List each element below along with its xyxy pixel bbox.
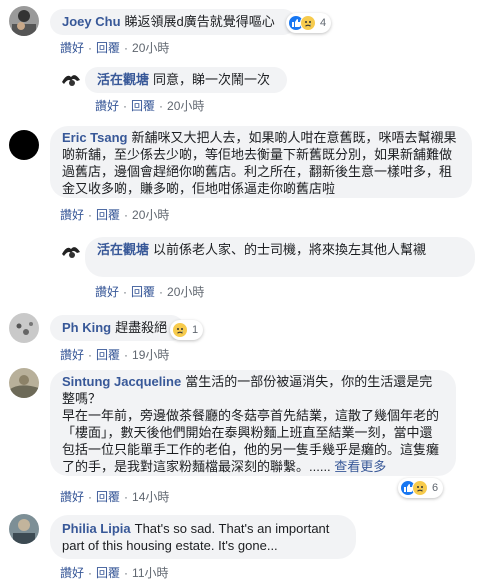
reaction-count: 4	[320, 17, 327, 29]
reaction-summary[interactable]: 6	[398, 478, 444, 498]
reply-button[interactable]: 回覆	[96, 490, 120, 504]
reaction-summary[interactable]: 1	[170, 320, 204, 340]
sad-icon	[172, 322, 188, 338]
comment-time[interactable]: 20小時	[132, 208, 169, 222]
reaction-summary[interactable]: 4	[286, 13, 332, 33]
reaction-count: 6	[432, 482, 439, 494]
like-button[interactable]: 讚好	[60, 208, 84, 222]
comment-actions: 讚好 · 回覆 · 14小時	[60, 490, 170, 504]
comment-philia-lipia: Philia Lipia That's so sad. That's an imp…	[0, 510, 496, 582]
avatar[interactable]	[9, 130, 39, 160]
reply-huozai-guantang: 活在觀塘 同意，睇一次鬧一次 讚好 · 回覆 · 20小時	[0, 62, 496, 114]
reply-button[interactable]: 回覆	[96, 208, 120, 222]
like-button[interactable]: 讚好	[60, 348, 84, 362]
comment-time[interactable]: 14小時	[132, 490, 169, 504]
comment-eric-tsang: Eric Tsang 新舖咪又大把人去，如果啲人咁在意舊既，咪唔去幫襯果啲新舖，至…	[0, 122, 496, 230]
comment-time[interactable]: 11小時	[132, 566, 168, 580]
comment-author[interactable]: Philia Lipia	[62, 521, 131, 536]
like-button[interactable]: 讚好	[60, 566, 84, 580]
comment-bubble: Sintung Jacqueline 當生活的一部份被逼消失，你的生活還是完整嗎？…	[50, 370, 456, 476]
see-more-link[interactable]: 查看更多	[334, 459, 386, 474]
comment-author[interactable]: Ph King	[62, 320, 111, 335]
reply-button[interactable]: 回覆	[131, 285, 155, 299]
comment-bubble: Joey Chu 睇返領展d廣告就覺得嘔心	[50, 9, 296, 35]
comment-time[interactable]: 20小時	[167, 99, 204, 113]
comment-bubble: 活在觀塘 以前係老人家、的士司機，將來換左其他人幫襯	[85, 237, 475, 277]
like-button[interactable]: 讚好	[60, 41, 84, 55]
comment-time[interactable]: 20小時	[132, 41, 169, 55]
avatar[interactable]	[9, 514, 39, 544]
reaction-count: 1	[192, 324, 199, 336]
comment-sintung-jacqueline: Sintung Jacqueline 當生活的一部份被逼消失，你的生活還是完整嗎？…	[0, 368, 496, 508]
like-button[interactable]: 讚好	[95, 285, 119, 299]
comment-actions: 讚好 · 回覆 · 20小時	[60, 41, 170, 55]
comment-actions: 讚好 · 回覆 · 20小時	[60, 208, 170, 222]
sad-icon	[300, 15, 316, 31]
like-button[interactable]: 讚好	[60, 490, 84, 504]
avatar[interactable]	[60, 68, 82, 90]
comment-bubble: 活在觀塘 同意，睇一次鬧一次	[85, 67, 287, 93]
comment-author[interactable]: Eric Tsang	[62, 130, 128, 145]
comment-text: 同意，睇一次鬧一次	[153, 72, 271, 87]
reply-huozai-guantang-2: 活在觀塘 以前係老人家、的士司機，將來換左其他人幫襯 讚好 · 回覆 · 20小時	[0, 232, 496, 302]
avatar[interactable]	[60, 240, 82, 262]
comment-author[interactable]: 活在觀塘	[97, 72, 149, 87]
reply-button[interactable]: 回覆	[96, 348, 120, 362]
comment-actions: 讚好 · 回覆 · 20小時	[95, 99, 205, 113]
comment-actions: 讚好 · 回覆 · 20小時	[95, 285, 205, 299]
avatar[interactable]	[9, 6, 39, 36]
comment-text: 趕盡殺絕	[115, 320, 168, 335]
comment-time[interactable]: 19小時	[132, 348, 169, 362]
comment-bubble: Ph King 趕盡殺絕	[50, 315, 184, 341]
comment-author[interactable]: 活在觀塘	[97, 242, 149, 257]
reply-button[interactable]: 回覆	[96, 566, 120, 580]
comment-time[interactable]: 20小時	[167, 285, 204, 299]
reply-button[interactable]: 回覆	[96, 41, 120, 55]
avatar[interactable]	[9, 313, 39, 343]
comment-text: 以前係老人家、的士司機，將來換左其他人幫襯	[153, 242, 427, 257]
comment-author[interactable]: Joey Chu	[62, 14, 121, 29]
comment-joey-chu: Joey Chu 睇返領展d廣告就覺得嘔心 4 讚好 · 回覆 · 20小時	[0, 0, 496, 60]
comment-author[interactable]: Sintung Jacqueline	[62, 374, 181, 389]
comment-bubble: Eric Tsang 新舖咪又大把人去，如果啲人咁在意舊既，咪唔去幫襯果啲新舖，至…	[50, 126, 472, 198]
sad-icon	[412, 480, 428, 496]
comment-actions: 讚好 · 回覆 · 11小時	[60, 566, 169, 580]
comment-ph-king: Ph King 趕盡殺絕 1 讚好 · 回覆 · 19小時	[0, 305, 496, 365]
reply-button[interactable]: 回覆	[131, 99, 155, 113]
avatar[interactable]	[9, 368, 39, 398]
comment-bubble: Philia Lipia That's so sad. That's an imp…	[50, 515, 356, 559]
comment-text: 睇返領展d廣告就覺得嘔心	[124, 14, 275, 29]
like-button[interactable]: 讚好	[95, 99, 119, 113]
comment-actions: 讚好 · 回覆 · 19小時	[60, 348, 170, 362]
